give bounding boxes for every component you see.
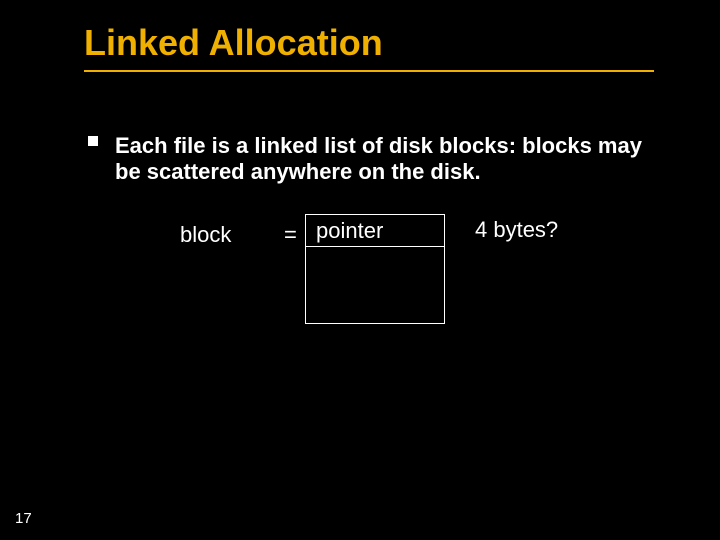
slide: Linked Allocation Each file is a linked … <box>0 0 720 540</box>
equals-sign: = <box>284 222 297 248</box>
slide-title: Linked Allocation <box>84 22 383 64</box>
bullet-text: Each file is a linked list of disk block… <box>115 133 660 186</box>
slide-number: 17 <box>15 510 32 527</box>
block-label: block <box>180 222 231 248</box>
bullet-item: Each file is a linked list of disk block… <box>88 133 660 186</box>
title-underline <box>84 70 654 72</box>
size-annotation: 4 bytes? <box>475 217 558 243</box>
block-box: pointer <box>305 214 445 324</box>
bullet-marker-icon <box>88 136 98 146</box>
pointer-label: pointer <box>316 218 383 244</box>
pointer-row: pointer <box>306 215 444 247</box>
